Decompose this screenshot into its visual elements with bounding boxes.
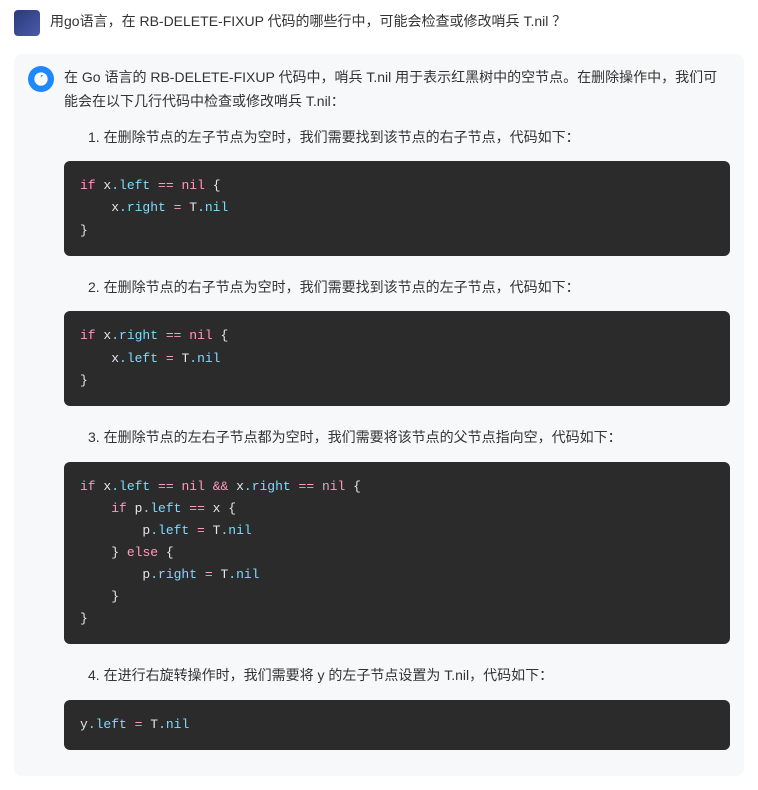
- user-message: 用go语言，在 RB-DELETE-FIXUP 代码的哪些行中，可能会检查或修改…: [0, 0, 758, 46]
- code-block[interactable]: if x.left == nil && x.right == nil { if …: [64, 462, 730, 645]
- user-message-body: 用go语言，在 RB-DELETE-FIXUP 代码的哪些行中，可能会检查或修改…: [50, 10, 744, 36]
- list-item: 3. 在删除节点的左右子节点都为空时，我们需要将该节点的父节点指向空，代码如下：: [64, 420, 730, 456]
- list-item: 1. 在删除节点的左子节点为空时，我们需要找到该节点的右子节点，代码如下：: [64, 120, 730, 156]
- user-avatar: [14, 10, 40, 36]
- assistant-avatar: [28, 66, 54, 92]
- list-item: 2. 在删除节点的右子节点为空时，我们需要找到该节点的左子节点，代码如下：: [64, 270, 730, 306]
- ai-swirl-icon: [33, 71, 49, 87]
- question-text: 用go语言，在 RB-DELETE-FIXUP 代码的哪些行中，可能会检查或修改…: [50, 10, 744, 34]
- code-block[interactable]: if x.left == nil { x.right = T.nil }: [64, 161, 730, 255]
- list-item: 4. 在进行右旋转操作时，我们需要将 y 的左子节点设置为 T.nil，代码如下…: [64, 658, 730, 694]
- code-block[interactable]: if x.right == nil { x.left = T.nil }: [64, 311, 730, 405]
- code-block[interactable]: y.left = T.nil: [64, 700, 730, 750]
- assistant-body: 在 Go 语言的 RB-DELETE-FIXUP 代码中，哨兵 T.nil 用于…: [64, 66, 730, 764]
- assistant-answer: 在 Go 语言的 RB-DELETE-FIXUP 代码中，哨兵 T.nil 用于…: [14, 54, 744, 776]
- answer-intro: 在 Go 语言的 RB-DELETE-FIXUP 代码中，哨兵 T.nil 用于…: [64, 66, 730, 120]
